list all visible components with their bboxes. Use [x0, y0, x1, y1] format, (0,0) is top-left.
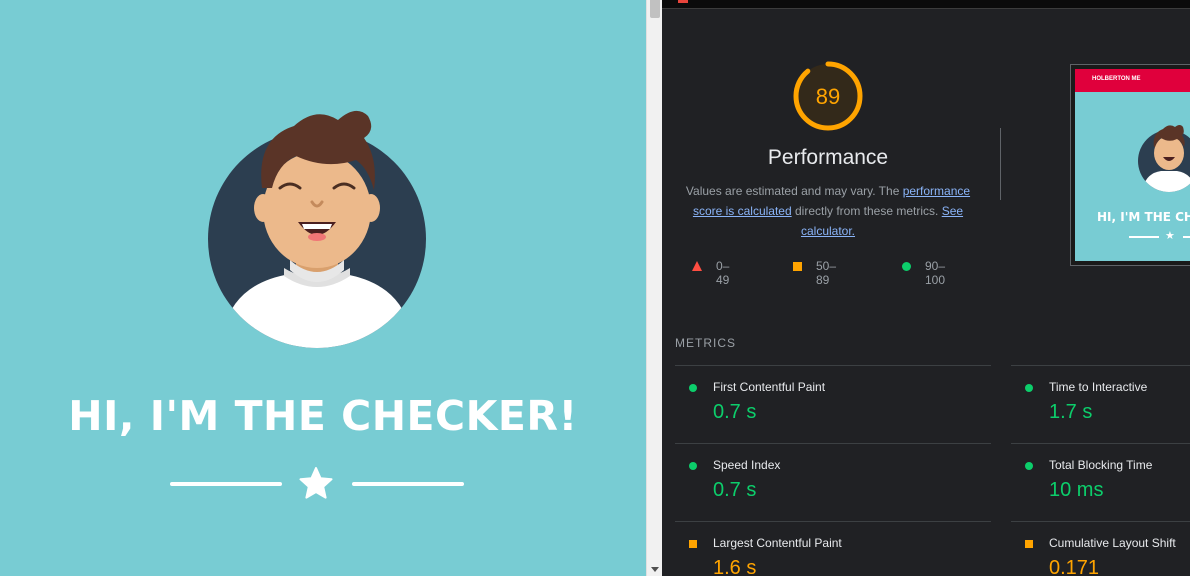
metric-total-blocking-time[interactable]: Total Blocking Time 10 ms: [1011, 443, 1190, 520]
metric-time-to-interactive[interactable]: Time to Interactive 1.7 s: [1011, 365, 1190, 442]
fail-triangle-icon: [692, 261, 702, 271]
metric-value: 10 ms: [1049, 479, 1104, 501]
metric-name: Time to Interactive: [1049, 380, 1148, 394]
metric-value: 0.7 s: [713, 401, 757, 423]
metric-name: Speed Index: [713, 458, 781, 472]
vertical-separator: [1000, 128, 1001, 200]
pass-circle-icon: [1025, 384, 1033, 392]
metric-name: Cumulative Layout Shift: [1049, 536, 1176, 550]
metrics-header: METRICS: [675, 336, 736, 350]
star-icon: [299, 467, 333, 499]
metric-speed-index[interactable]: Speed Index 0.7 s: [675, 443, 991, 520]
metric-name: Largest Contentful Paint: [713, 536, 842, 550]
category-title: Performance: [767, 146, 889, 169]
average-square-icon: [793, 262, 802, 271]
pass-circle-icon: [902, 262, 911, 271]
description-text-2: directly from these metrics.: [791, 204, 942, 218]
divider-line-left: [170, 482, 282, 486]
performance-score: 89: [815, 84, 841, 109]
website-preview: HI, I'M THE CHECKER!: [0, 0, 646, 576]
metric-value: 0.7 s: [713, 479, 757, 501]
page-scrollbar[interactable]: [646, 0, 662, 576]
metric-name: Total Blocking Time: [1049, 458, 1153, 472]
average-square-icon: [1025, 540, 1033, 548]
lighthouse-report-panel: 89 Performance Values are estimated and …: [662, 0, 1190, 576]
metric-value: 1.6 s: [713, 557, 757, 576]
thumbnail-nav-text: HOLBERTON ME: [1092, 76, 1141, 82]
topbar-indicator: [678, 0, 688, 3]
report-topbar: [662, 0, 1190, 9]
scroll-down-arrow-icon[interactable]: [651, 567, 659, 572]
thumbnail-avatar: [1138, 125, 1190, 192]
score-description: Values are estimated and may vary. The p…: [682, 181, 974, 241]
metric-value: 0.171: [1049, 557, 1100, 576]
divider-line-right: [352, 482, 464, 486]
legend-range: 0–49: [716, 259, 730, 287]
metric-value: 1.7 s: [1049, 401, 1093, 423]
description-text: Values are estimated and may vary. The: [685, 184, 903, 198]
legend-range: 50–89: [816, 259, 837, 287]
metric-first-contentful-paint[interactable]: First Contentful Paint 0.7 s: [675, 365, 991, 442]
hero-title: HI, I'M THE CHECKER!: [68, 392, 578, 440]
legend-range: 90–100: [925, 259, 946, 287]
thumbnail-divider-left: [1129, 236, 1159, 238]
metric-largest-contentful-paint[interactable]: Largest Contentful Paint 1.6 s: [675, 521, 991, 576]
final-screenshot-thumbnail[interactable]: HOLBERTON ME HI, I'M THE CHECKER! ★: [1070, 64, 1190, 266]
avatar: [208, 110, 426, 348]
thumbnail-star-icon: ★: [1165, 230, 1175, 242]
star-divider: [170, 467, 464, 501]
metric-cumulative-layout-shift[interactable]: Cumulative Layout Shift 0.171: [1011, 521, 1190, 576]
thumbnail-page: HOLBERTON ME HI, I'M THE CHECKER! ★: [1075, 69, 1190, 261]
metric-name: First Contentful Paint: [713, 380, 826, 394]
pass-circle-icon: [689, 384, 697, 392]
scrollbar-thumb[interactable]: [650, 0, 660, 18]
pass-circle-icon: [1025, 462, 1033, 470]
thumbnail-title: HI, I'M THE CHECKER!: [1097, 210, 1190, 224]
pass-circle-icon: [689, 462, 697, 470]
average-square-icon: [689, 540, 697, 548]
thumbnail-divider-right: [1183, 236, 1190, 238]
